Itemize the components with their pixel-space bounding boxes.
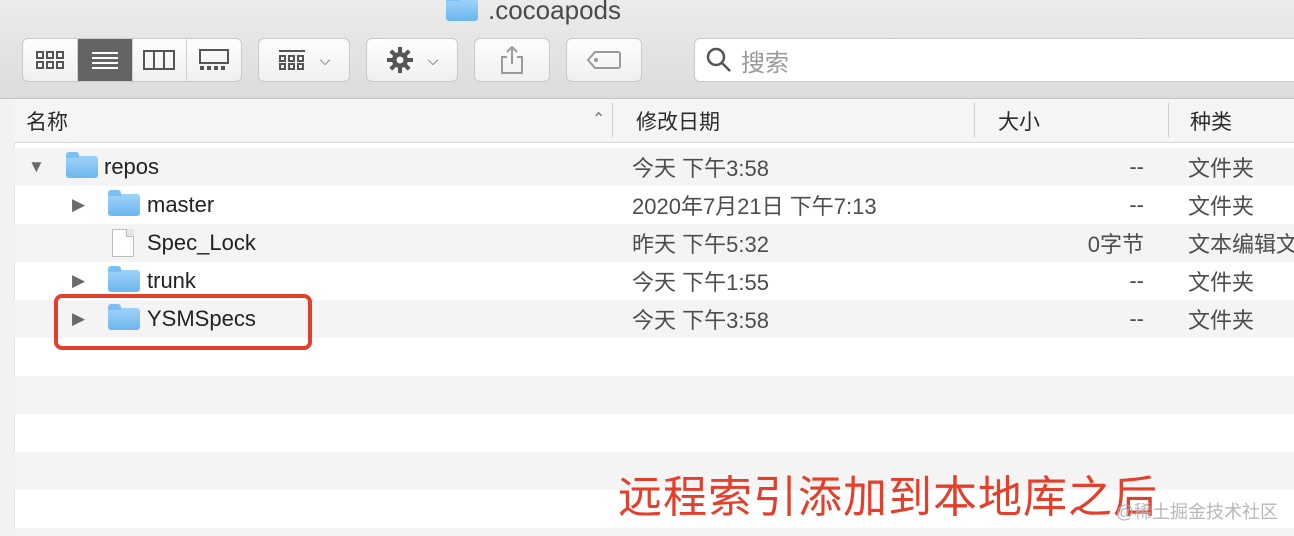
item-size: -- (1129, 268, 1144, 293)
folder-icon-wrap (108, 186, 140, 224)
item-kind: 文件夹 (1188, 308, 1255, 333)
column-divider[interactable] (612, 103, 613, 137)
chevron-down-icon: ⌵ (427, 51, 439, 68)
item-date: 今天 下午3:58 (632, 156, 769, 181)
list-view-button[interactable] (77, 39, 133, 81)
icon-view-button[interactable] (23, 39, 78, 81)
column-divider[interactable] (1168, 103, 1169, 137)
column-kind-label: 种类 (1190, 110, 1232, 134)
item-date: 昨天 下午5:32 (632, 232, 769, 257)
item-size: -- (1129, 192, 1144, 217)
column-name-header[interactable]: 名称 (26, 99, 68, 142)
item-name: Spec_Lock (147, 230, 256, 255)
item-kind: 文本编辑文 (1188, 232, 1294, 257)
group-grid-icon (278, 50, 305, 70)
sort-ascending-icon[interactable]: ⌃ (592, 109, 605, 129)
share-button[interactable] (474, 38, 550, 82)
folder-icon (66, 152, 98, 178)
gallery-icon (199, 49, 230, 70)
folder-icon (108, 190, 140, 216)
group-by-button[interactable]: ⌵ (258, 38, 350, 82)
column-date-label: 修改日期 (636, 110, 720, 134)
column-kind-header[interactable]: 种类 (1190, 99, 1232, 142)
search-field[interactable]: 搜索 (694, 38, 1294, 82)
column-name-label: 名称 (26, 110, 68, 134)
folder-icon (108, 266, 140, 292)
empty-row (14, 528, 1294, 536)
columns-icon (143, 50, 176, 70)
item-kind: 文件夹 (1188, 156, 1255, 181)
item-size: -- (1129, 154, 1144, 179)
list-item[interactable]: ▶ master 2020年7月21日 下午7:13 -- 文件夹 (14, 186, 1294, 224)
view-mode-control (22, 38, 242, 82)
share-icon (501, 45, 523, 74)
window-title: .cocoapods (446, 0, 621, 25)
document-icon (112, 229, 134, 257)
item-date: 今天 下午1:55 (632, 270, 769, 295)
watermark: @稀土掘金技术社区 (1115, 502, 1278, 522)
tag-button[interactable] (566, 38, 642, 82)
gear-icon (386, 47, 413, 73)
grid-icon (35, 51, 64, 69)
item-size: -- (1129, 306, 1144, 331)
action-button[interactable]: ⌵ (366, 38, 458, 82)
disclosure-expanded-icon[interactable]: ▼ (28, 148, 45, 186)
column-date-header[interactable]: 修改日期 (636, 99, 720, 142)
highlight-box (54, 294, 312, 350)
search-placeholder: 搜索 (741, 49, 789, 77)
item-name: master (147, 192, 215, 217)
folder-icon-wrap (66, 148, 98, 186)
item-date: 今天 下午3:58 (632, 308, 769, 333)
item-name: repos (104, 154, 160, 179)
gallery-view-button[interactable] (187, 39, 241, 81)
list-item[interactable]: Spec_Lock 昨天 下午5:32 0字节 文本编辑文 (14, 224, 1294, 262)
empty-row (14, 414, 1294, 452)
column-header: 名称 ⌃ 修改日期 大小 种类 (14, 99, 1294, 143)
list-item[interactable]: ▼ repos 今天 下午3:58 -- 文件夹 (14, 148, 1294, 186)
window-title-text: .cocoapods (488, 0, 621, 25)
disclosure-collapsed-icon[interactable]: ▶ (72, 186, 85, 224)
list-icon (91, 52, 118, 69)
column-view-button[interactable] (133, 39, 188, 81)
item-kind: 文件夹 (1188, 194, 1255, 219)
search-icon (706, 47, 731, 72)
column-divider[interactable] (974, 103, 975, 137)
column-size-label: 大小 (998, 110, 1040, 134)
list-left-edge (0, 99, 15, 536)
annotation-text: 远程索引添加到本地库之后 (618, 473, 1158, 522)
chevron-down-icon: ⌵ (319, 51, 331, 68)
item-kind: 文件夹 (1188, 270, 1255, 295)
item-date: 2020年7月21日 下午7:13 (632, 194, 877, 219)
item-size: 0字节 (1087, 232, 1144, 257)
column-size-header[interactable]: 大小 (998, 99, 1040, 142)
folder-icon (446, 0, 478, 21)
tag-icon (586, 51, 621, 69)
empty-row (14, 376, 1294, 414)
toolbar: .cocoapods ⌵ ⌵ 搜索 (0, 0, 1294, 99)
